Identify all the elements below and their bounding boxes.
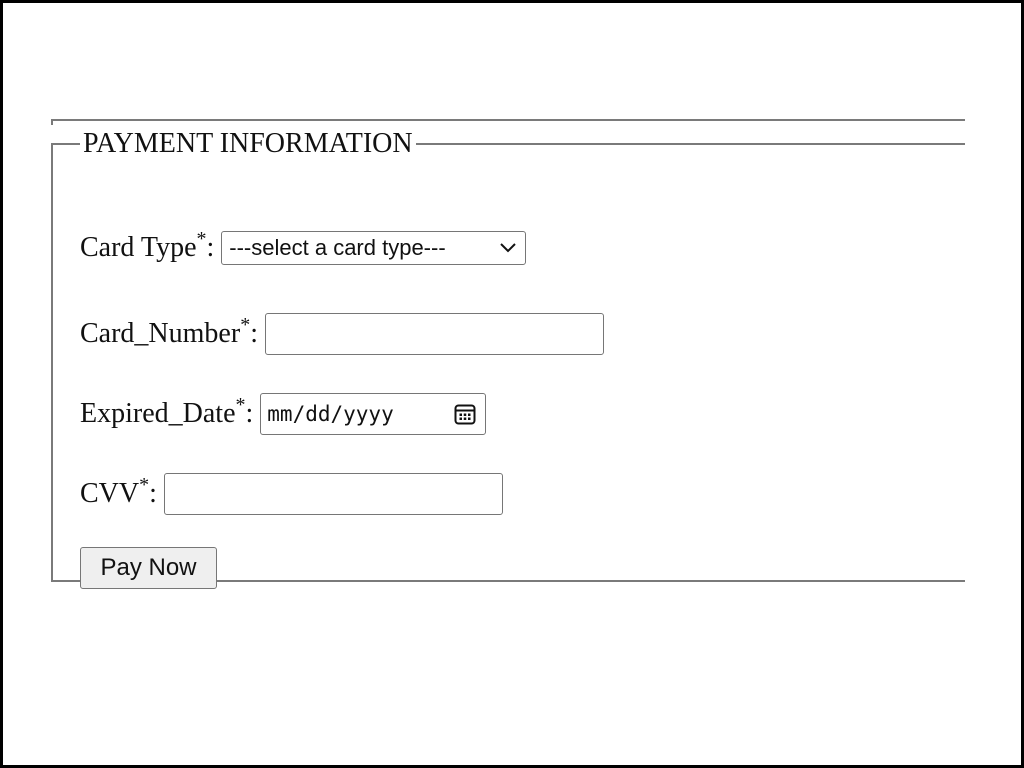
required-marker: * [235,394,246,416]
cvv-label: CVV*: [80,474,157,509]
card-type-select-value: ---select a card type--- [229,235,446,260]
required-marker: * [196,228,207,250]
cvv-row: CVV*: [80,473,503,515]
chevron-down-icon [500,243,516,253]
required-marker: * [139,474,150,496]
expired-date-label: Expired_Date*: [80,394,254,429]
payment-legend: PAYMENT INFORMATION [83,128,413,159]
card-type-row: Card Type*: ---select a card type--- [80,228,527,265]
card-type-label: Card Type*: [80,228,215,263]
pay-now-button[interactable]: Pay Now [80,547,217,589]
cvv-input[interactable] [163,473,503,515]
expired-date-placeholder: mm/dd/yyyy [267,402,394,426]
card-number-row: Card_Number*: [80,313,604,355]
card-type-select[interactable]: ---select a card type--- [221,231,527,265]
page-frame: PAYMENT INFORMATION Card Type*: ---selec… [0,0,1024,768]
card-number-input[interactable] [264,313,604,355]
calendar-icon[interactable] [453,402,477,426]
expired-date-input[interactable]: mm/dd/yyyy [260,393,487,435]
required-marker: * [240,314,251,336]
card-number-label: Card_Number*: [80,314,258,349]
expired-date-row: Expired_Date*: mm/dd/yyyy [80,393,487,435]
right-clip-area [965,103,1021,603]
outer-fieldset-border [51,119,965,125]
payment-fieldset: PAYMENT INFORMATION Card Type*: ---selec… [51,128,991,589]
